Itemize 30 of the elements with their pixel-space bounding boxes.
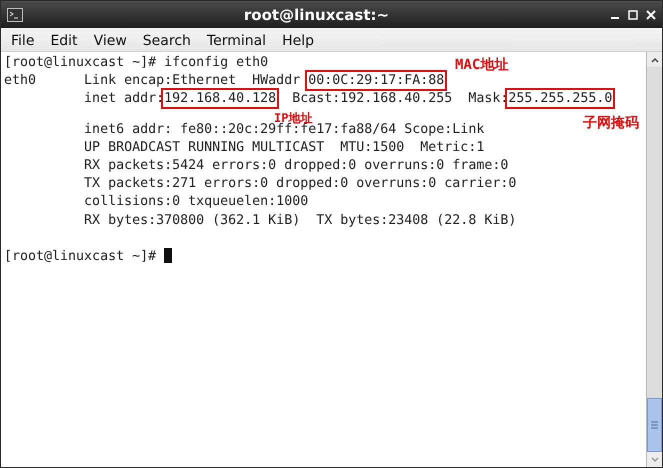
menu-item[interactable]: Terminal bbox=[198, 30, 274, 48]
maximize-icon[interactable] bbox=[628, 10, 638, 20]
terminal-text: UP BROADCAST RUNNING MULTICAST MTU:1500 Metric:1 bbox=[83, 140, 484, 155]
annotation-label: 子网掩码 bbox=[583, 114, 639, 132]
annotation-label: IP地址 bbox=[274, 112, 312, 124]
terminal-text: TX packets:271 errors:0 dropped:0 overruns:0 carrier:0 bbox=[83, 176, 516, 192]
terminal-text: inet6 addr: fe80::20c:29ff:fe17:fa88/64 Scope:Link bbox=[83, 122, 484, 137]
terminal-text: RX packets:5424 errors:0 dropped:0 overruns:0 frame:0 bbox=[83, 158, 508, 173]
terminal-icon bbox=[7, 8, 23, 22]
highlighted-value: 00:0C:29:17:FA:88 bbox=[308, 73, 444, 88]
terminal-text: collisions:0 txqueuelen:1000 bbox=[83, 194, 308, 210]
annotation-label: MAC地址 bbox=[455, 56, 508, 74]
terminal-text: inet addr: bbox=[83, 91, 164, 106]
terminal-text: [root@linuxcast ~]# bbox=[4, 248, 158, 264]
highlighted-value: 192.168.40.128 bbox=[164, 91, 276, 106]
scrollbar[interactable] bbox=[646, 52, 662, 467]
window-title: root@linuxcast:~ bbox=[242, 6, 390, 24]
terminal-text: RX bytes:370800 (362.1 KiB) TX bytes:23408 (22.8 KiB) bbox=[83, 212, 516, 228]
menu-item[interactable]: View bbox=[86, 30, 135, 48]
grip-icon bbox=[651, 421, 658, 429]
menu-item[interactable]: Search bbox=[134, 30, 199, 48]
terminal-text: Bcast:192.168.40.255 Mask: bbox=[291, 91, 508, 106]
highlighted-value: 255.255.255.0 bbox=[508, 91, 612, 106]
close-icon[interactable] bbox=[646, 10, 656, 20]
menu-item[interactable]: Help bbox=[274, 30, 322, 48]
terminal-text: eth0 Link encap:Ethernet HWaddr bbox=[4, 73, 302, 88]
terminal-text: [root@linuxcast ~]# ifconfig eth0 bbox=[4, 55, 268, 70]
menu-item[interactable]: Edit bbox=[42, 30, 86, 48]
menu-item[interactable]: File bbox=[3, 30, 42, 48]
scroll-up-icon[interactable] bbox=[650, 56, 658, 62]
